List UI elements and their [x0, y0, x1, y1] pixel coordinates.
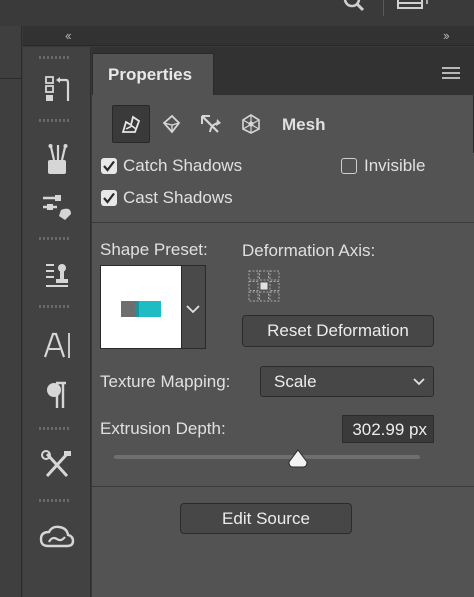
brush-settings-icon[interactable] [37, 187, 77, 227]
catch-shadows-label: Catch Shadows [123, 156, 243, 175]
workspace-switcher-icon[interactable] [396, 0, 432, 10]
search-icon[interactable] [338, 0, 366, 18]
texture-mapping-value: Scale [274, 372, 317, 391]
deformation-axis-widget[interactable] [248, 270, 280, 302]
mesh-tab-label[interactable]: Mesh [282, 115, 325, 135]
deformation-axis-label: Deformation Axis: [242, 241, 376, 260]
panel-icons-column [23, 47, 91, 597]
panel-header: Properties [92, 47, 474, 96]
tab-properties[interactable]: Properties [92, 53, 214, 96]
reset-deformation-button[interactable]: Reset Deformation [242, 315, 434, 347]
character-icon[interactable] [37, 325, 77, 365]
cast-shadows-checkbox[interactable] [101, 190, 117, 206]
panel-menu-icon[interactable] [442, 66, 460, 79]
cast-shadows-label: Cast Shadows [123, 188, 233, 207]
grip-handle[interactable] [39, 427, 71, 431]
section-divider [92, 222, 474, 223]
application-bar [0, 0, 474, 26]
toolbar-divider [383, 0, 384, 16]
history-icon[interactable] [37, 69, 77, 109]
shape-preset-dropdown[interactable] [182, 265, 206, 349]
texture-mapping-label: Texture Mapping: [100, 372, 231, 391]
chevron-down-icon [413, 378, 425, 386]
grip-handle[interactable] [39, 56, 71, 60]
extrusion-depth-slider-track[interactable] [114, 455, 420, 459]
3d-scene-icon[interactable] [112, 105, 150, 143]
document-edge-strip [0, 26, 22, 597]
grip-handle[interactable] [39, 499, 71, 503]
property-type-icons: Mesh [92, 95, 474, 153]
shape-preset-thumbnail[interactable] [100, 265, 182, 349]
mesh-properties: Catch Shadows Invisible Cast Shadows Sha… [92, 153, 474, 597]
texture-mapping-select[interactable]: Scale [260, 366, 434, 397]
creative-cloud-libraries-icon[interactable] [37, 517, 77, 557]
edit-source-button[interactable]: Edit Source [180, 503, 352, 534]
tools-icon[interactable] [37, 445, 77, 485]
collapse-tools-icon[interactable]: ‹‹ [65, 28, 72, 43]
properties-body: Mesh Catch Shadows Invisible Cast Shadow… [92, 95, 474, 597]
grip-handle[interactable] [39, 237, 71, 241]
tool-presets-icon[interactable] [37, 255, 77, 295]
catch-shadows-checkbox[interactable] [101, 158, 117, 174]
extrusion-depth-label: Extrusion Depth: [100, 419, 226, 438]
tab-properties-label: Properties [108, 65, 193, 84]
shape-preset-label: Shape Preset: [100, 240, 208, 259]
extrusion-depth-field[interactable]: 302.99 px [342, 415, 434, 443]
section-divider [92, 486, 474, 487]
invisible-label: Invisible [364, 156, 426, 175]
3d-deform-icon[interactable] [192, 105, 230, 143]
brushes-icon[interactable] [37, 139, 77, 179]
3d-material-icon[interactable] [152, 105, 190, 143]
dock-header: ‹‹ ›› [23, 26, 474, 46]
expand-panels-icon[interactable]: ›› [443, 28, 450, 43]
paragraph-icon[interactable] [37, 375, 77, 415]
extrusion-depth-slider-thumb[interactable] [287, 449, 309, 469]
strip-divider [0, 78, 22, 79]
grip-handle[interactable] [39, 305, 71, 309]
properties-panel: Properties Mesh Catch Shadows Invisible … [92, 47, 474, 597]
invisible-checkbox[interactable] [341, 158, 357, 174]
3d-coordinates-icon[interactable] [232, 105, 270, 143]
grip-handle[interactable] [39, 119, 71, 123]
